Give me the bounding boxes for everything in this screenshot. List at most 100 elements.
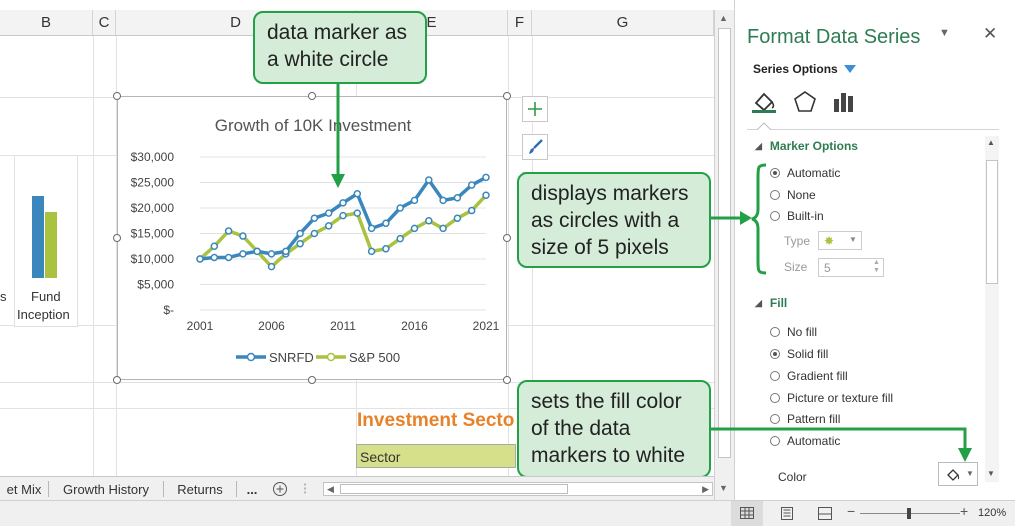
marker-radio-builtin[interactable]: Built-in [770,209,824,223]
series-options-dropdown[interactable]: Series Options [753,62,857,76]
radio-icon [770,211,780,221]
chart-styles-button[interactable] [522,134,548,160]
collapse-icon: ◢ [755,297,762,308]
pane-scrollbar[interactable]: ▲ ▼ [985,136,999,482]
marker-size-spinner[interactable]: 5 ▲ ▼ [818,258,884,277]
pane-scroll-thumb[interactable] [986,160,998,284]
resize-handle[interactable] [113,234,121,242]
data-marker [224,253,233,262]
tab-growth-history[interactable]: Growth History [50,477,162,501]
sheet-tabs-bar: et Mix Growth History Returns ... ⁝ ◀ ▶ [0,476,714,501]
resize-handle[interactable] [113,376,121,384]
resize-handle[interactable] [113,92,121,100]
data-marker [282,247,290,256]
column-header-c[interactable]: C [93,10,116,36]
fill-radio-solid-fill[interactable]: Solid fill [770,347,828,361]
resize-handle[interactable] [308,92,316,100]
tab-more[interactable]: ... [240,477,264,501]
data-marker [410,224,419,233]
spinner-arrows-icon[interactable]: ▲ ▼ [873,259,880,275]
radio-label: Solid fill [787,347,829,361]
data-marker [467,181,476,189]
data-marker [310,214,319,222]
data-marker [467,206,476,215]
plus-icon [528,102,542,116]
chevron-down-icon: ▼ [966,469,974,478]
resize-handle[interactable] [503,92,511,100]
vertical-scrollbar[interactable]: ▲ ▼ [714,10,735,500]
zoom-level[interactable]: 120% [978,507,1006,519]
close-icon[interactable]: ✕ [983,24,997,44]
horizontal-scrollbar[interactable]: ◀ ▶ [323,482,713,496]
fill-section[interactable]: ◢ Fill [755,296,787,310]
marker-options-label: Marker Options [769,139,858,153]
page-break-icon[interactable] [818,507,832,520]
legend-marker [326,352,336,362]
resize-handle[interactable] [503,376,511,384]
series-options-icon[interactable] [832,90,856,114]
radio-label: Automatic [787,166,841,180]
resize-handle[interactable] [503,234,511,242]
horizontal-scroll-thumb[interactable] [340,484,568,494]
fill-radio-gradient-fill[interactable]: Gradient fill [770,369,848,383]
bar-label-left: s [0,289,7,304]
normal-view-button[interactable] [731,501,763,526]
data-marker [439,196,447,205]
data-marker [382,245,390,253]
chart-elements-button[interactable] [522,96,548,122]
data-marker [267,250,276,258]
spreadsheet-area[interactable]: B C D E F G s Fund Inception Investment … [0,0,714,500]
legend-marker [246,352,256,362]
data-marker [310,229,319,238]
fill-radio-pattern-fill[interactable]: Pattern fill [770,412,840,426]
zoom-out-icon[interactable]: − [847,503,855,519]
callout-fill: sets the fill color of the data markers … [517,380,711,478]
zoom-in-icon[interactable]: + [960,503,968,519]
column-header-g[interactable]: G [532,10,714,36]
scroll-down-icon[interactable]: ▼ [987,469,995,478]
sector-header-cell[interactable]: Sector [356,444,516,468]
marker-options-section[interactable]: ◢ Marker Options [755,139,858,153]
radio-icon [770,327,780,337]
vertical-scroll-thumb[interactable] [718,28,731,458]
data-marker [439,224,447,233]
fill-radio-picture-fill[interactable]: Picture or texture fill [770,391,893,405]
fill-line-icon[interactable] [751,90,777,114]
callout-text: displays markers as circles with a size … [531,182,689,259]
data-marker [382,219,390,228]
growth-chart[interactable]: Growth of 10K Investment $30,000 $25,000 $2… [117,96,507,380]
data-marker [253,247,261,256]
marker-type-select[interactable]: ✸ ▼ [818,231,862,250]
scroll-down-icon[interactable]: ▼ [719,483,728,493]
add-sheet-button[interactable] [268,477,292,501]
sector-header-label: Sector [360,449,401,465]
marker-radio-automatic[interactable]: Automatic [770,166,840,180]
effects-icon[interactable] [793,90,817,114]
fill-color-button[interactable]: ▼ [938,462,978,486]
scroll-up-icon[interactable]: ▲ [719,13,728,23]
fill-radio-automatic[interactable]: Automatic [770,434,840,448]
scroll-right-icon[interactable]: ▶ [702,484,709,495]
legend-label: SNRFD [269,350,314,365]
resize-handle[interactable] [308,376,316,384]
y-tick-label: $30,000 [131,150,175,164]
callout-arrow [331,82,345,188]
data-marker [339,199,347,207]
marker-radio-none[interactable]: None [770,188,816,202]
page-layout-icon[interactable] [780,507,794,520]
x-tick-label: 2011 [330,319,356,333]
data-marker [210,242,219,250]
pane-options-dropdown[interactable]: ▼ [939,27,950,39]
data-marker [367,247,376,256]
data-marker [425,176,433,184]
tab-asset-mix[interactable]: et Mix [0,477,48,501]
data-marker [239,232,247,240]
brush-icon [529,139,543,154]
fill-radio-no-fill[interactable]: No fill [770,325,817,339]
scroll-left-icon[interactable]: ◀ [327,484,334,495]
tab-returns[interactable]: Returns [165,477,235,501]
scroll-up-icon[interactable]: ▲ [987,138,995,147]
column-header-b[interactable]: B [0,10,93,36]
column-header-f[interactable]: F [508,10,532,36]
zoom-slider-thumb[interactable] [907,508,911,519]
